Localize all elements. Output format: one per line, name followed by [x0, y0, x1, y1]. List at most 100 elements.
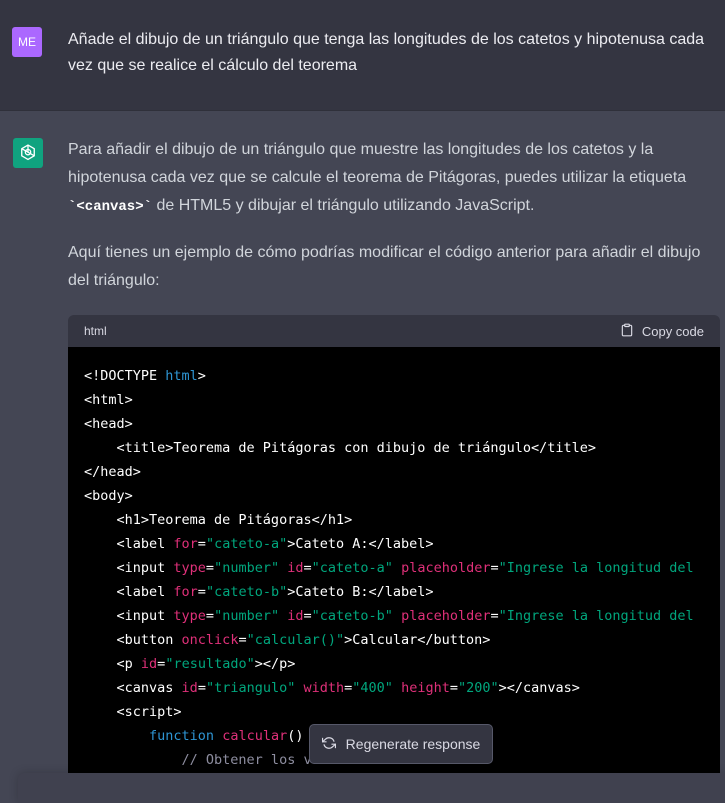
code-token: <h1>Teorema de Pitágoras</h1> — [84, 512, 353, 528]
code-token: <input — [84, 608, 174, 624]
code-token: ></canvas> — [498, 680, 580, 696]
code-token: = — [303, 608, 312, 624]
code-token: calcular — [222, 728, 288, 744]
code-token: <p — [84, 656, 141, 672]
regenerate-label: Regenerate response — [345, 736, 481, 752]
code-token: placeholder — [401, 608, 491, 624]
code-line: <body> — [84, 484, 720, 508]
code-line: <canvas id="triangulo" width="400" heigh… — [84, 676, 720, 700]
clipboard-icon — [620, 323, 634, 340]
code-token: = — [490, 608, 499, 624]
code-token: = — [205, 560, 215, 576]
code-token: >Cateto B:</label> — [287, 584, 434, 600]
paragraph-text: de HTML5 y dibujar el triángulo utilizan… — [152, 197, 535, 214]
code-block-header: html Copy code — [68, 315, 720, 347]
code-token: type — [173, 560, 206, 576]
openai-logo-icon — [13, 138, 43, 168]
user-message-row: ME Añade el dibujo de un triángulo que t… — [0, 0, 725, 111]
code-token: "cateto-b" — [205, 584, 288, 600]
code-line: <input type="number" id="cateto-a" place… — [84, 556, 720, 580]
code-token: "400" — [352, 680, 393, 696]
code-token: "cateto-b" — [311, 608, 393, 624]
code-token: width — [303, 680, 345, 696]
code-token: for — [173, 536, 198, 552]
code-token: "Ingrese la longitud del — [498, 560, 694, 576]
code-line: <!DOCTYPE html> — [84, 364, 720, 388]
code-token: type — [173, 608, 206, 624]
code-token: = — [197, 536, 206, 552]
copy-code-label: Copy code — [641, 323, 704, 339]
code-line: <label for="cateto-a">Cateto A:</label> — [84, 532, 720, 556]
code-token: placeholder — [401, 560, 491, 576]
code-token: <label — [84, 536, 174, 552]
code-token: <title>Teorema de Pitágoras con dibujo d… — [84, 440, 597, 456]
code-token: "triangulo" — [205, 680, 296, 696]
code-token: <button — [84, 632, 182, 648]
code-token: ></p> — [254, 656, 296, 672]
code-token: > — [197, 368, 206, 384]
code-line: <script> — [84, 700, 720, 724]
assistant-paragraph-2: Aquí tienes un ejemplo de cómo podrías m… — [68, 244, 701, 289]
code-token: for — [173, 584, 198, 600]
refresh-icon — [321, 736, 336, 753]
code-token: >Cateto A:</label> — [287, 536, 434, 552]
code-token: id — [140, 656, 158, 672]
code-token: onclick — [181, 632, 239, 648]
inline-code: `<canvas>` — [68, 199, 153, 215]
code-token: function — [149, 728, 215, 744]
regenerate-response-button[interactable]: Regenerate response — [309, 724, 493, 764]
paragraph-text: Para añadir el dibujo de un triángulo qu… — [68, 141, 687, 186]
code-language-label: html — [84, 324, 107, 338]
code-token: <html> — [84, 392, 133, 408]
copy-code-button[interactable]: Copy code — [620, 323, 704, 340]
code-token: = — [197, 584, 206, 600]
user-message-text: Añade el dibujo de un triángulo que teng… — [68, 31, 705, 74]
code-block: html Copy code <!DOCTYPE html> <html> <hea… — [68, 315, 720, 793]
code-token: <script> — [84, 704, 182, 720]
code-token: "200" — [457, 680, 499, 696]
code-token: <input — [84, 560, 174, 576]
code-line: <title>Teorema de Pitágoras con dibujo d… — [84, 436, 720, 460]
code-token: height — [401, 680, 450, 696]
code-token: "cateto-a" — [205, 536, 288, 552]
code-token: id — [181, 680, 198, 696]
code-line: <p id="resultado"></p> — [84, 652, 720, 676]
code-token: "number" — [214, 560, 280, 576]
code-token: <head> — [84, 416, 133, 432]
code-token: "resultado" — [165, 656, 255, 672]
user-avatar: ME — [12, 27, 42, 57]
code-line: <button onclick="calcular()">Calcular</b… — [84, 628, 720, 652]
code-token: <!DOCTYPE — [84, 368, 166, 384]
code-token: = — [205, 608, 215, 624]
code-line: <label for="cateto-b">Cateto B:</label> — [84, 580, 720, 604]
code-line: <head> — [84, 412, 720, 436]
code-token: <label — [84, 584, 174, 600]
code-token: = — [197, 680, 206, 696]
code-token: id — [287, 608, 304, 624]
assistant-message-row: Para añadir el dibujo de un triángulo qu… — [0, 111, 725, 793]
code-token: = — [490, 560, 499, 576]
code-line: </head> — [84, 460, 720, 484]
code-line: <h1>Teorema de Pitágoras</h1> — [84, 508, 720, 532]
assistant-paragraph-1: Para añadir el dibujo de un triángulo qu… — [68, 136, 720, 221]
code-token: "Ingrese la longitud del — [498, 608, 694, 624]
chat-input-bar[interactable] — [18, 773, 725, 803]
code-token: html — [165, 368, 198, 384]
code-token: </head> — [84, 464, 141, 480]
code-line: <input type="number" id="cateto-b" place… — [84, 604, 720, 628]
code-token: id — [287, 560, 304, 576]
code-token: "calcular()" — [246, 632, 345, 648]
code-line: <html> — [84, 388, 720, 412]
code-token: = — [449, 680, 458, 696]
code-token: <body> — [84, 488, 133, 504]
code-token: >Calcular</button> — [344, 632, 491, 648]
code-token: = — [238, 632, 247, 648]
code-token: = — [303, 560, 312, 576]
